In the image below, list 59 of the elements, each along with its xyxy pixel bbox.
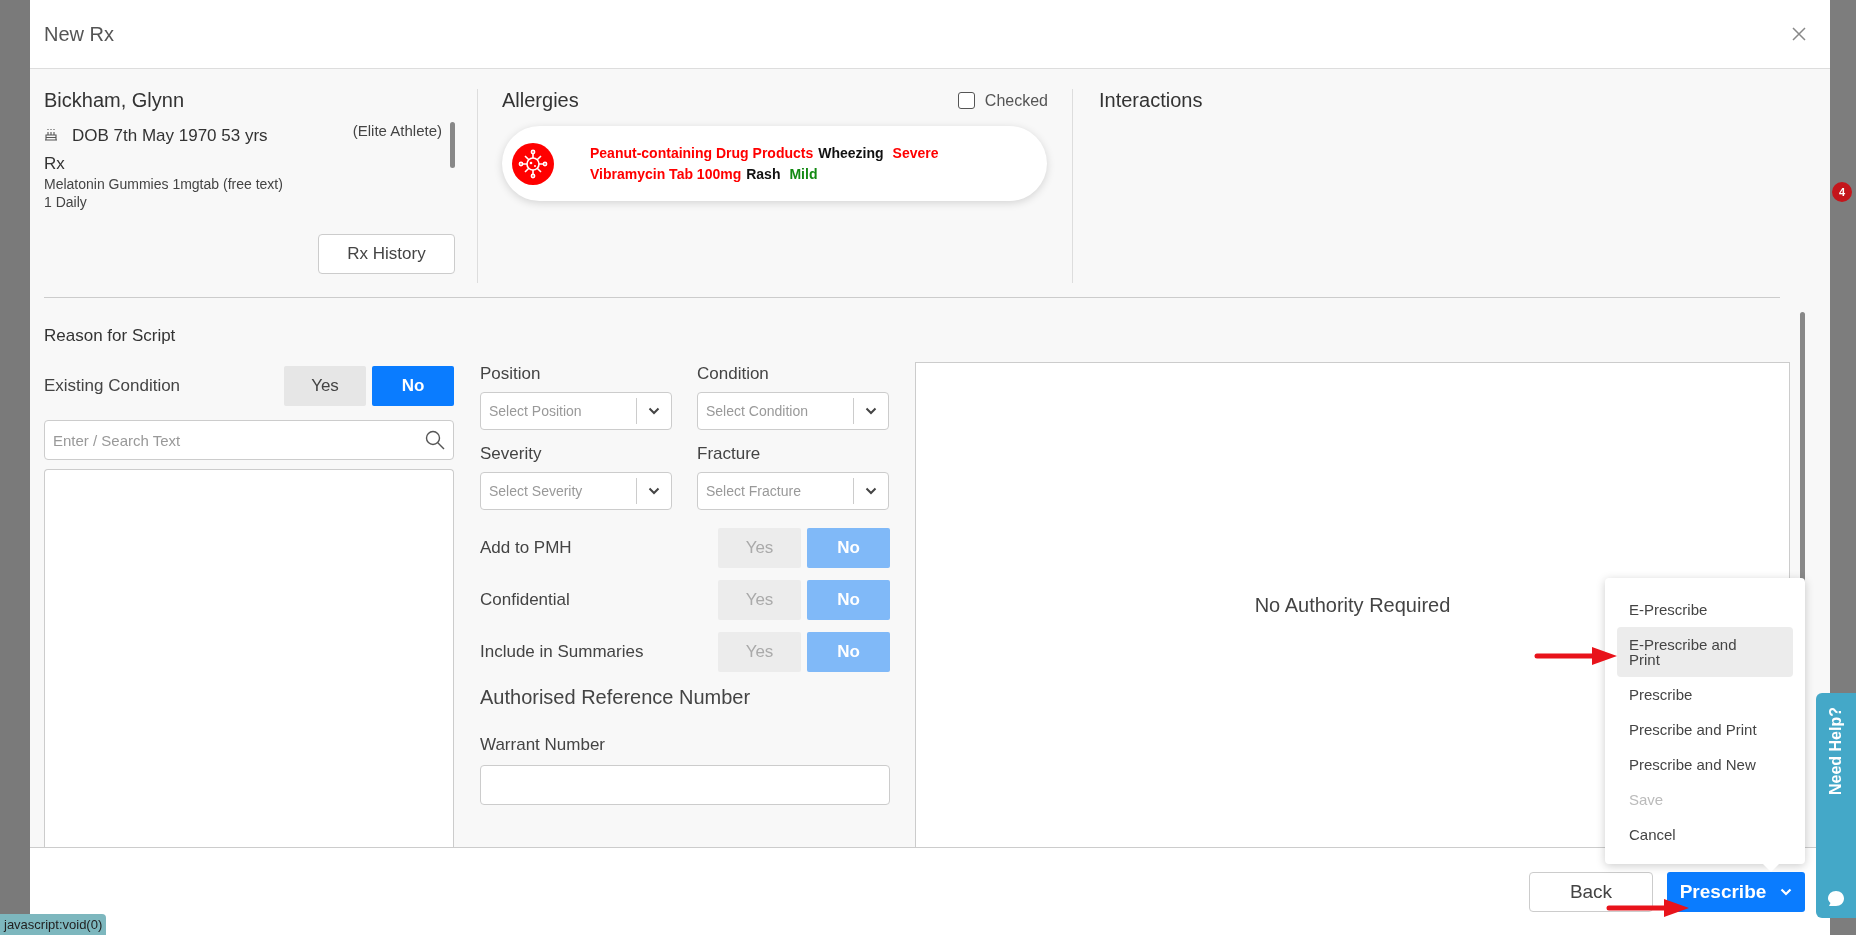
- virus-icon: [512, 142, 554, 185]
- search-icon: [425, 430, 445, 450]
- toggle-label: Confidential: [480, 590, 570, 610]
- scrollbar[interactable]: [450, 122, 455, 168]
- menu-item[interactable]: E-Prescribe: [1617, 592, 1793, 627]
- menu-item[interactable]: Cancel: [1617, 817, 1793, 852]
- cake-icon: [44, 127, 58, 141]
- rx-heading: Rx: [44, 154, 66, 174]
- toggle-option[interactable]: No: [372, 366, 454, 406]
- dropdown-select[interactable]: Select Severity: [480, 472, 672, 510]
- dropdown-select[interactable]: Select Position: [480, 392, 672, 430]
- authority-message: No Authority Required: [1254, 593, 1451, 617]
- allergen-text: Peanut-containing Drug Products: [590, 145, 814, 161]
- chevron-icon: [648, 487, 660, 495]
- menu-item[interactable]: E-Prescribe and Print: [1617, 627, 1793, 677]
- allergen-text: Vibramycin Tab 100mg: [590, 166, 742, 182]
- select-label: Position: [480, 364, 542, 384]
- rx-history-button[interactable]: Rx History: [318, 234, 455, 274]
- toggle-label: Add to PMH: [480, 538, 572, 558]
- dose-text: 1 Daily: [44, 194, 88, 210]
- existing-condition-label: Existing Condition: [44, 376, 181, 396]
- dropdown-select[interactable]: Select Fracture: [697, 472, 889, 510]
- warrant-number-field[interactable]: [480, 765, 890, 805]
- severity-text: Severe: [892, 145, 939, 161]
- checked-label: Checked: [984, 91, 1048, 110]
- select-label: Condition: [697, 364, 770, 384]
- notification-badge: 4: [1832, 182, 1852, 202]
- menu-item[interactable]: Prescribe and New: [1617, 747, 1793, 782]
- date-of-birth: DOB 7th May 1970 53 yrs: [72, 126, 268, 146]
- reaction-text: Wheezing: [818, 145, 884, 161]
- dropdown-select[interactable]: Select Condition: [697, 392, 889, 430]
- authorised-reference-heading: Authorised Reference Number: [480, 686, 752, 709]
- chevron-icon: [865, 407, 877, 415]
- close-icon[interactable]: [1792, 27, 1806, 41]
- reaction-text: Rash: [746, 166, 781, 182]
- window-title: New Rx: [44, 22, 114, 46]
- toggle-option[interactable]: Yes: [284, 366, 366, 406]
- warrant-number-label: Warrant Number: [480, 735, 606, 755]
- select-label: Severity: [480, 444, 543, 464]
- select-label: Fracture: [697, 444, 762, 464]
- menu-item[interactable]: Prescribe: [1617, 677, 1793, 712]
- checked-checkbox[interactable]: [957, 92, 975, 109]
- need-help-tab[interactable]: Need Help?: [1816, 693, 1856, 918]
- prescribe-button[interactable]: Prescribe: [1667, 871, 1805, 912]
- allergies-heading: Allergies: [502, 89, 579, 112]
- patient-name: Bickham, Glynn: [44, 89, 186, 112]
- severity-text: Mild: [789, 166, 818, 182]
- reason-heading: Reason for Script: [44, 326, 177, 346]
- chat-bubble-icon: [1827, 890, 1845, 908]
- menu-item[interactable]: Prescribe and Print: [1617, 712, 1793, 747]
- chevron-icon: [1780, 887, 1793, 896]
- toggle-label: Include in Summaries: [480, 642, 644, 662]
- medication-text: Melatonin Gummies 1mgtab (free text): [44, 176, 284, 192]
- chevron-icon: [648, 407, 660, 415]
- interactions-heading: Interactions: [1099, 89, 1203, 111]
- search-field[interactable]: Enter / Search Text: [44, 420, 454, 460]
- chevron-icon: [865, 487, 877, 495]
- back-button[interactable]: Back: [1529, 871, 1653, 912]
- patient-tag: (Elite Athlete): [352, 122, 442, 139]
